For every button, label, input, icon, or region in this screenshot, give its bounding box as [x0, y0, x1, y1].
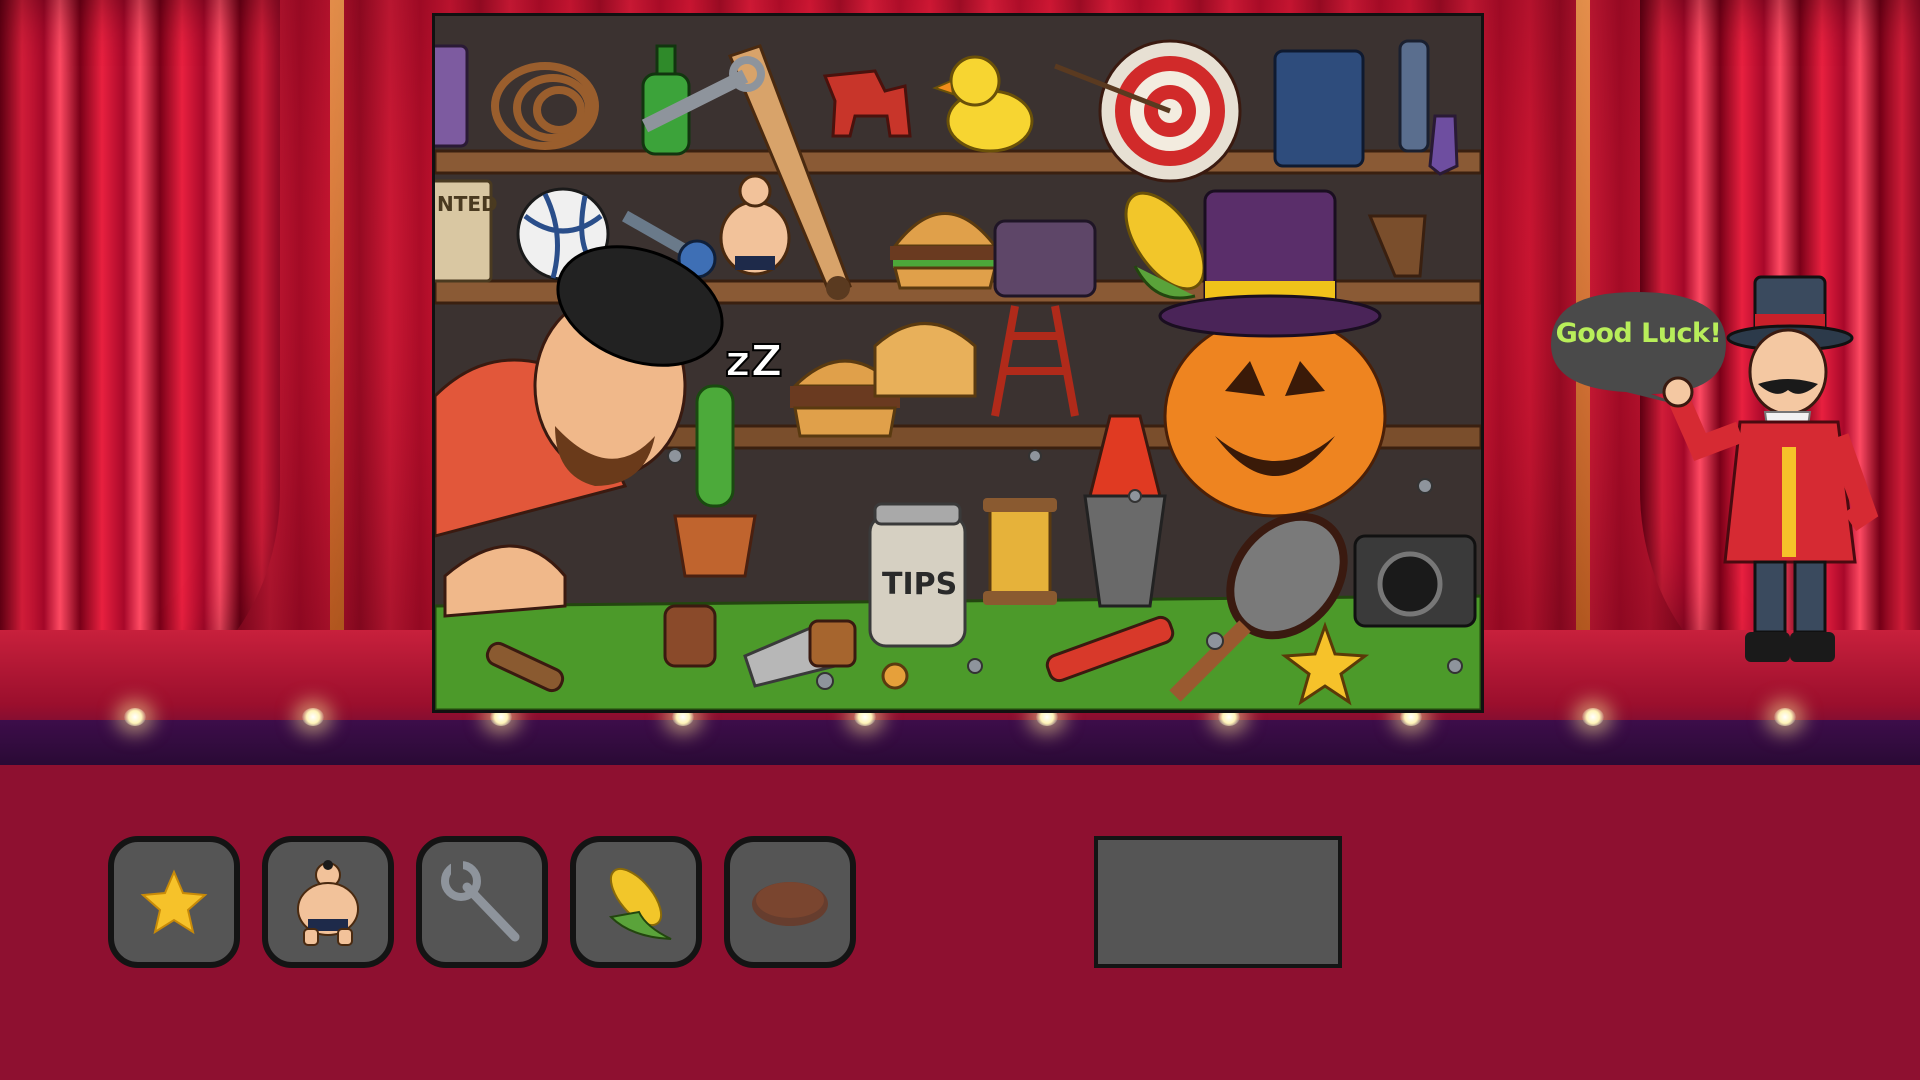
- left-curtain: [0, 0, 280, 700]
- footlight: [302, 708, 324, 726]
- inventory-slot-star[interactable]: [108, 836, 240, 968]
- blue-figurine[interactable]: [1398, 39, 1430, 153]
- ringmaster-character: [1662, 275, 1879, 662]
- footlight: [124, 708, 146, 726]
- corn-icon: [608, 867, 672, 940]
- camera[interactable]: [1353, 534, 1477, 628]
- brown-disc-icon: [752, 882, 828, 926]
- purple-bag[interactable]: [993, 219, 1097, 298]
- poster-label: NTED: [437, 192, 498, 216]
- brown-disc[interactable]: [881, 662, 909, 690]
- snore-text: zZ: [725, 336, 783, 387]
- star-icon: [140, 869, 208, 935]
- sumo-wrestler-icon: [297, 860, 359, 946]
- hidden-object-scene[interactable]: NTED zZ TIPS: [432, 13, 1484, 713]
- inventory-slot-disc[interactable]: [724, 836, 856, 968]
- footlight: [1774, 708, 1796, 726]
- blue-book[interactable]: [1273, 49, 1365, 168]
- jack-o-lantern[interactable]: [1163, 314, 1387, 518]
- footlight: [1582, 708, 1604, 726]
- inventory-slot-corn[interactable]: [570, 836, 702, 968]
- wrench-icon: [441, 861, 520, 942]
- inventory-slot-wrench[interactable]: [416, 836, 548, 968]
- thread-spool[interactable]: [983, 498, 1057, 605]
- curtain-rope-left: [330, 0, 344, 700]
- purple-book[interactable]: [435, 44, 469, 148]
- jar-label: TIPS: [882, 567, 957, 602]
- inventory-slot-sumo[interactable]: [262, 836, 394, 968]
- hint-box[interactable]: [1094, 836, 1342, 968]
- small-jar[interactable]: [663, 604, 717, 668]
- stage-edge: [0, 720, 1920, 765]
- purple-sock[interactable]: [1428, 114, 1459, 176]
